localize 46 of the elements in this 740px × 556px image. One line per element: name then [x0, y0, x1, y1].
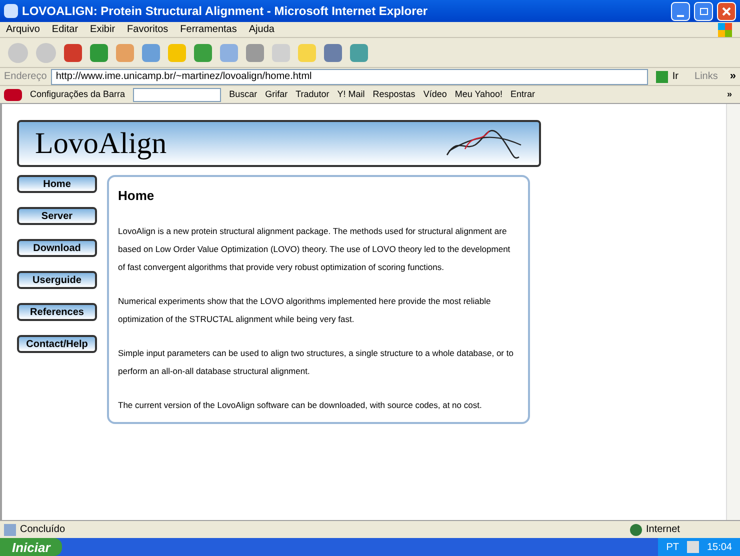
restore-button[interactable]	[694, 2, 713, 20]
nav-button[interactable]: Contact/Help	[17, 335, 97, 353]
go-button[interactable]: Ir	[652, 69, 683, 84]
nav-button[interactable]: Download	[17, 239, 97, 257]
address-field[interactable]: http://www.ime.unicamp.br/~martinez/lovoalign/home.html	[50, 68, 648, 84]
scrollbar[interactable]	[726, 104, 740, 520]
toolbar-button[interactable]: Meu Yahoo!	[454, 88, 503, 102]
nav-button[interactable]: Userguide	[17, 271, 97, 289]
more-button[interactable]: »	[726, 88, 736, 102]
site-logo: LovoAlign	[35, 128, 167, 158]
paragraph: LovoAlign is a new protein structural alignment package. The methods used for structural alignment are based on Low Order Value Optimization (LOVO) theory. The use of LOVO theory led to the development of fast convergent algorithms that provide very robust optimization of scoring functions.	[118, 224, 512, 274]
nav-button[interactable]: Home	[17, 175, 97, 193]
close-button[interactable]	[717, 2, 736, 20]
toolbar-button[interactable]: Grifar	[265, 88, 288, 102]
menu-item[interactable]: Exibir	[84, 22, 122, 37]
links-label: Links	[694, 70, 719, 84]
menu-item[interactable]: Editar	[46, 22, 84, 37]
nav-button[interactable]: Server	[17, 207, 97, 225]
toolbar-button[interactable]: Y! Mail	[337, 88, 365, 102]
toolbar-button[interactable]: Vídeo	[423, 88, 447, 102]
windows-flag-icon	[718, 22, 732, 36]
minimize-button[interactable]	[671, 2, 690, 20]
zone-text: Internet	[646, 523, 681, 537]
start-button[interactable]: Iniciar	[0, 538, 62, 556]
language-indicator: PT	[666, 540, 679, 554]
search-button[interactable]: Buscar	[229, 88, 258, 102]
status-text: Concluído	[20, 523, 66, 537]
menu-item[interactable]: Favoritos	[121, 22, 174, 37]
more-links: »	[730, 69, 736, 84]
window-title: LOVOALIGN: Protein Structural Alignment - Microsoft Internet Explorer	[22, 3, 429, 20]
menu-item[interactable]: Ajuda	[242, 22, 280, 37]
toolbar-button[interactable]: Tradutor	[296, 88, 330, 102]
address-label: Endereço	[4, 70, 47, 84]
page-heading: Home	[118, 187, 156, 205]
menu-item[interactable]: Ferramentas	[174, 22, 243, 37]
paragraph: Numerical experiments show that the LOVO algorithms implemented here provide the most reliable optimization of the STRUCTAL alignment while being very fast.	[118, 294, 492, 326]
paragraph: The current version of the LovoAlign software can be downloaded, with source codes, at no cost.	[118, 398, 483, 412]
toolbar-button[interactable]: Respostas	[372, 88, 416, 102]
paragraph: Simple input parameters can be used to align two structures, a single structure to a whole database, or to perform an all-on-all database structural alignment.	[118, 346, 514, 378]
clock: 15:04	[706, 540, 732, 554]
close-icon	[722, 6, 731, 16]
nav-button[interactable]: References	[17, 303, 97, 321]
menu-item[interactable]: Arquivo	[0, 22, 46, 37]
search-field[interactable]	[133, 88, 222, 102]
toolbar-button[interactable]: Entrar	[510, 88, 536, 102]
settings-button[interactable]: Configurações da Barra	[30, 88, 126, 102]
